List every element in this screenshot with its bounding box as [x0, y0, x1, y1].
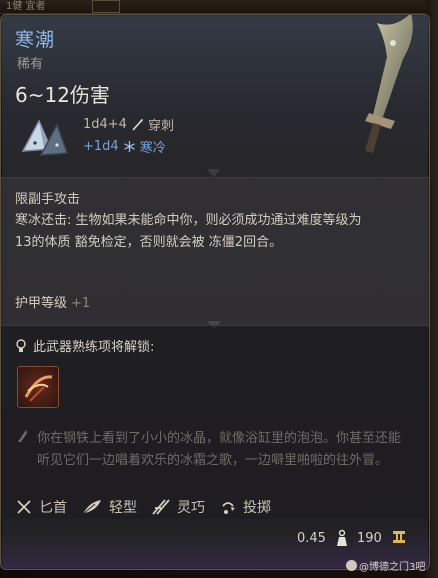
tooltip-header: 寒潮 稀有 6~12伤害 1d4+4 穿刺 +1d4 寒冷	[1, 15, 429, 169]
tag-finesse-label: 灵巧	[177, 500, 205, 516]
base-damage-line: 1d4+4 穿刺	[83, 115, 174, 134]
feather-icon	[82, 500, 101, 515]
throw-icon	[222, 502, 235, 514]
armor-class-bonus: +1	[71, 296, 91, 311]
topbar-slot	[92, 0, 120, 13]
proficiency-unlock-header: 此武器熟练项将解锁:	[15, 336, 154, 355]
finesse-icon	[152, 499, 170, 515]
tag-dagger[interactable]: 匕首	[15, 497, 67, 517]
base-damage-dice: 1d4+4	[83, 117, 127, 132]
tag-thrown[interactable]: 投掷	[219, 497, 271, 517]
frost-slash-icon	[24, 375, 53, 402]
tag-thrown-label: 投掷	[243, 500, 271, 516]
gold-coin-icon	[393, 531, 405, 543]
armor-class-label: 护甲等级	[15, 296, 68, 311]
lightbulb-icon	[16, 338, 26, 352]
properties-section: 限副手攻击 寒冰还击: 生物如果未能命中你，则必须成功通过难度等级为13的体质 …	[1, 177, 429, 325]
offhand-attack-label: 限副手攻击	[15, 192, 81, 207]
armor-class-line: 护甲等级 +1	[15, 292, 90, 311]
quill-icon	[18, 430, 27, 442]
frost-retaliation-text: 寒冰还击: 生物如果未能命中你，则必须成功通过难度等级为13的体质 豁免检定，否…	[15, 213, 362, 250]
weapon-tags-row: 匕首 轻型 灵巧 投掷	[15, 497, 271, 517]
dagger-artwork-icon	[365, 15, 413, 153]
watermark-badge-icon	[346, 560, 357, 571]
bonus-damage-line: +1d4 寒冷	[83, 137, 166, 156]
topbar-label: 1健 宜者	[6, 1, 46, 12]
pierce-icon	[132, 119, 143, 131]
section-notch	[207, 169, 221, 177]
proficiency-unlock-section: 此武器熟练项将解锁: 你在钢铁上看到了小小的冰晶，就像浴缸里的泡泡。你甚至还能听…	[1, 325, 429, 519]
background-top-bar: 1健 宜者	[0, 0, 438, 14]
damage-dice-icon	[21, 119, 69, 156]
tag-dagger-label: 匕首	[39, 500, 67, 516]
item-tooltip: 寒潮 稀有 6~12伤害 1d4+4 穿刺 +1d4 寒冷 限副手攻击 寒冰还击…	[0, 14, 430, 570]
item-price: 190	[357, 531, 382, 546]
watermark-text: @博德之门3吧	[359, 562, 426, 573]
item-weight: 0.45	[297, 531, 326, 546]
weapon-action-slot[interactable]	[17, 366, 59, 408]
damage-range: 6~12伤害	[15, 83, 110, 107]
item-name: 寒潮	[15, 29, 56, 51]
bonus-damage-dice: +1d4	[83, 139, 119, 154]
tag-light[interactable]: 轻型	[81, 497, 137, 517]
dagger-icon	[17, 500, 31, 514]
item-rarity: 稀有	[17, 57, 44, 72]
weight-icon	[337, 529, 347, 546]
tag-finesse[interactable]: 灵巧	[151, 497, 205, 517]
bonus-damage-type: 寒冷	[139, 141, 166, 156]
proficiency-unlock-text: 此武器熟练项将解锁:	[33, 340, 155, 355]
source-watermark: @博德之门3吧	[346, 558, 425, 573]
flavor-text: 你在钢铁上看到了小小的冰晶，就像浴缸里的泡泡。你甚至还能听见它们一边唱着欢乐的冰…	[37, 431, 402, 468]
snowflake-icon	[123, 141, 135, 152]
base-damage-type: 穿刺	[147, 119, 174, 134]
tag-light-label: 轻型	[109, 500, 137, 516]
